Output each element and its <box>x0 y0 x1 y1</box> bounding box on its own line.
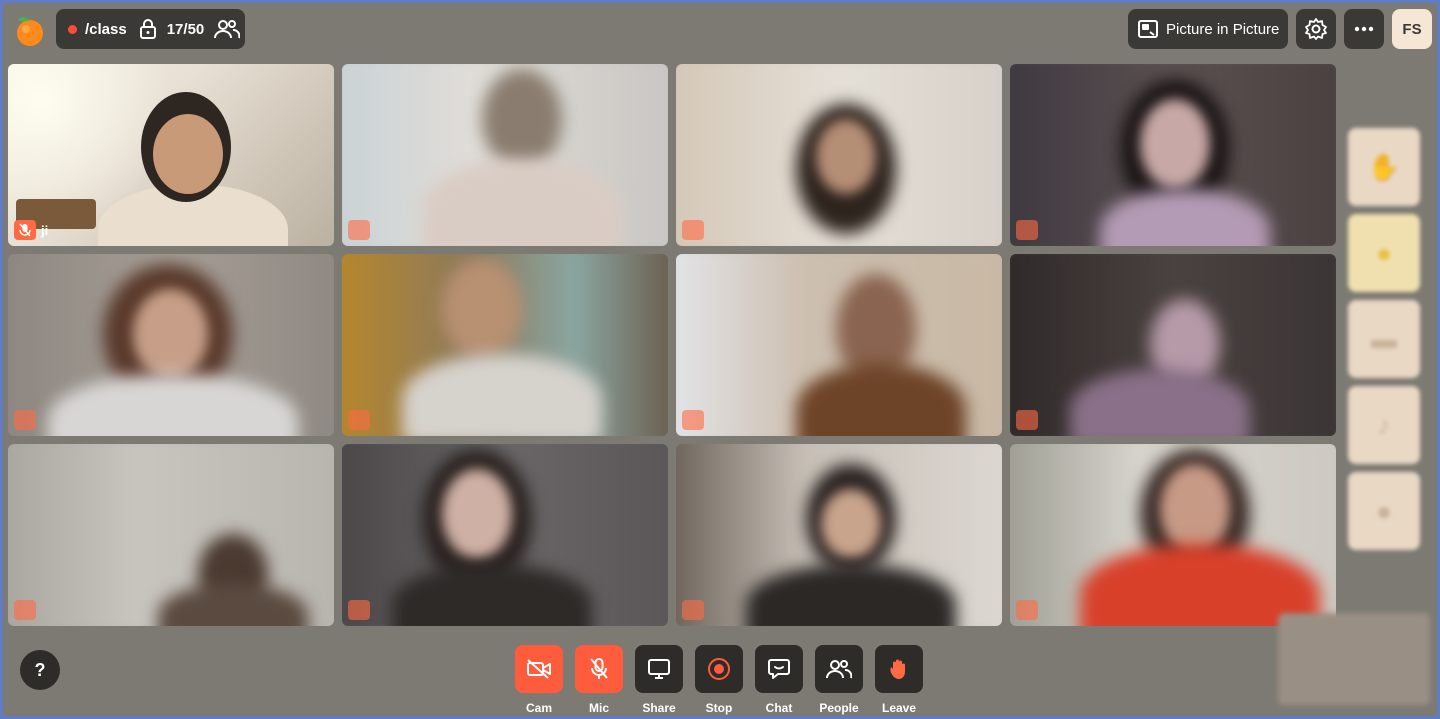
more-options-button[interactable] <box>1344 9 1384 49</box>
muted-mic-icon <box>682 600 704 620</box>
video-tile[interactable] <box>1010 254 1336 436</box>
live-indicator-icon <box>68 24 77 34</box>
reactions-panel: ✋ ● ▬ ♪ ● <box>1348 128 1428 558</box>
self-view-preview[interactable] <box>1278 613 1430 705</box>
participant-name: ji <box>41 223 49 238</box>
screen-share-icon <box>648 659 670 679</box>
reaction-item[interactable]: ● <box>1348 472 1420 550</box>
more-dots-icon <box>1354 26 1374 32</box>
call-controls-toolbar: Cam Mic Share Stop Chat People Leave <box>515 645 935 715</box>
share-control: Share <box>635 645 683 715</box>
video-tile[interactable] <box>342 444 668 626</box>
chat-control: Chat <box>755 645 803 715</box>
muted-mic-icon <box>1016 600 1038 620</box>
leave-button[interactable] <box>875 645 923 693</box>
people-button[interactable] <box>815 645 863 693</box>
video-tile[interactable] <box>8 254 334 436</box>
stop-recording-button[interactable] <box>695 645 743 693</box>
chat-button[interactable] <box>755 645 803 693</box>
muted-mic-icon <box>14 410 36 430</box>
picture-in-picture-button[interactable]: Picture in Picture <box>1128 9 1288 49</box>
picture-in-picture-label: Picture in Picture <box>1166 20 1280 38</box>
wave-hand-icon <box>890 659 905 679</box>
user-avatar[interactable]: FS <box>1392 9 1432 49</box>
people-label: People <box>819 701 859 715</box>
cam-button[interactable] <box>515 645 563 693</box>
video-grid: ji <box>8 64 1336 632</box>
mic-off-icon <box>590 658 608 679</box>
cam-control: Cam <box>515 645 563 715</box>
room-info-bar: /class 17/50 <box>56 9 245 49</box>
chat-label: Chat <box>765 701 793 715</box>
settings-button[interactable] <box>1296 9 1336 49</box>
mic-control: Mic <box>575 645 623 715</box>
reaction-item[interactable]: ▬ <box>1348 300 1420 378</box>
reaction-item[interactable]: ● <box>1348 214 1420 292</box>
stop-control: Stop <box>695 645 743 715</box>
muted-mic-icon <box>14 600 36 620</box>
muted-mic-icon <box>348 410 370 430</box>
muted-mic-icon <box>682 410 704 430</box>
muted-mic-icon <box>14 220 36 240</box>
video-tile[interactable] <box>1010 444 1336 626</box>
gear-icon <box>1305 18 1327 40</box>
video-tile[interactable] <box>676 254 1002 436</box>
video-tile[interactable] <box>1010 64 1336 246</box>
people-icon[interactable] <box>214 18 241 40</box>
stop-label: Stop <box>705 701 733 715</box>
people-icon <box>826 660 852 679</box>
muted-mic-icon <box>348 220 370 240</box>
camera-off-icon <box>527 659 551 679</box>
video-tile[interactable]: ji <box>8 64 334 246</box>
lock-icon[interactable] <box>139 19 157 39</box>
reaction-item[interactable]: ♪ <box>1348 386 1420 464</box>
room-name: /class <box>85 20 127 38</box>
mic-label: Mic <box>588 701 609 715</box>
muted-mic-icon <box>348 600 370 620</box>
share-label: Share <box>642 701 676 715</box>
muted-mic-icon <box>682 220 704 240</box>
chat-icon <box>768 659 790 679</box>
video-tile[interactable] <box>8 444 334 626</box>
share-button[interactable] <box>635 645 683 693</box>
help-button[interactable]: ? <box>20 650 60 690</box>
cam-label: Cam <box>525 701 552 715</box>
picture-in-picture-icon <box>1138 20 1158 38</box>
record-icon <box>708 658 730 680</box>
video-tile[interactable] <box>676 64 1002 246</box>
video-tile[interactable] <box>342 254 668 436</box>
participant-count: 17/50 <box>166 20 205 38</box>
people-control: People <box>815 645 863 715</box>
reaction-item[interactable]: ✋ <box>1348 128 1420 206</box>
video-call-window: /class 17/50 Picture in Picture FS ji ✋ … <box>3 3 1437 716</box>
mic-button[interactable] <box>575 645 623 693</box>
leave-label: Leave <box>881 701 917 715</box>
video-tile[interactable] <box>342 64 668 246</box>
muted-mic-icon <box>1016 410 1038 430</box>
muted-mic-icon <box>1016 220 1038 240</box>
tangerine-logo-icon <box>17 16 43 46</box>
leave-control: Leave <box>875 645 923 715</box>
video-tile[interactable] <box>676 444 1002 626</box>
